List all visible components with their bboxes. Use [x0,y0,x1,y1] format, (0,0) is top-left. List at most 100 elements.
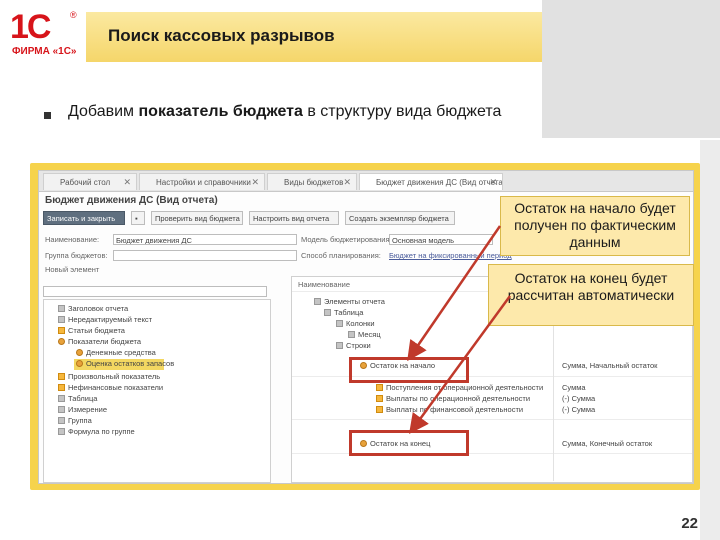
list-item-label: Оценка остатков запасов [86,359,175,368]
budget-item-icon [376,384,383,391]
table-row[interactable]: Таблица [324,308,363,318]
bullet-prefix: Добавим [68,103,139,120]
table-row[interactable]: Колонки [336,319,375,329]
setup-report-button[interactable]: Настроить вид отчета [249,211,339,225]
model-label: Модель бюджетирования: [301,235,392,244]
save-icon[interactable]: ▪ [131,211,145,225]
list-item[interactable]: Таблица [58,394,97,404]
tab-budget-types[interactable]: Виды бюджетов ✕ [267,173,357,190]
row-label: Элементы отчета [324,297,385,306]
table-row[interactable]: Выплаты по финансовой деятельности [376,405,523,415]
create-instance-button[interactable]: Создать экземпляр бюджета [345,211,455,225]
list-item[interactable]: Группа [58,416,92,426]
table-row[interactable]: Поступления от операционной деятельности [376,383,543,393]
bullet-marker [44,112,51,119]
list-item-label: Показатели бюджета [68,337,142,346]
model-field[interactable]: Основная модель [389,234,493,245]
save-close-button[interactable]: Записать и закрыть [43,211,125,225]
list-item[interactable]: Денежные средства [76,348,156,358]
close-icon[interactable]: ✕ [123,177,131,188]
nonfinancial-icon [58,384,65,391]
row-label: Месяц [358,330,381,339]
list-item-label: Заголовок отчета [68,304,129,313]
check-button[interactable]: Проверить вид бюджета [151,211,243,225]
bullet-bold: показатель бюджета [138,103,303,120]
row-label: Таблица [334,308,364,317]
page-number: 22 [681,515,698,532]
header-icon [58,305,65,312]
close-icon[interactable]: ✕ [343,177,351,188]
method-label: Способ планирования: [301,251,381,260]
tab-label: Виды бюджетов [284,178,344,187]
bullet-text: Добавим показатель бюджета в структуру в… [68,102,518,122]
close-icon[interactable]: ✕ [251,177,259,188]
list-item[interactable]: Измерение [58,405,107,415]
group-icon [58,417,65,424]
highlight-end-balance [349,430,469,456]
table-cell: (-) Сумма [562,405,596,414]
element-palette: Заголовок отчета Нередактируемый текст С… [43,299,271,483]
tab-bar: Рабочий стол ✕ Настройки и справочники ✕ В… [39,171,693,192]
list-item[interactable]: Статьи бюджета [58,326,125,336]
logo-registered: ® [70,10,77,20]
list-item-label: Измерение [68,405,108,414]
tab-desktop[interactable]: Рабочий стол ✕ [43,173,137,190]
new-element-label: Новый элемент [45,265,100,274]
budget-item-icon [58,327,65,334]
table-cell: Сумма, Начальный остаток [562,361,658,370]
search-input[interactable] [43,286,267,297]
list-item-label: Формула по группе [68,427,135,436]
dimension-icon [58,406,65,413]
text-icon [58,316,65,323]
list-item[interactable]: Показатели бюджета [58,337,141,347]
list-item-label: Денежные средства [86,348,156,357]
group-field[interactable] [113,250,297,261]
table-row[interactable]: Месяц [348,330,381,340]
close-icon[interactable]: ✕ [489,177,497,188]
logo-1c: 1С ® ФИРМА «1С» [10,8,80,58]
tab-budget-report[interactable]: Бюджет движения ДС (Вид отчета) ✕ [359,173,503,190]
method-link[interactable]: Бюджет на фиксированный период [389,251,512,260]
columns-icon [336,320,343,327]
table-row[interactable]: Строки [336,341,371,351]
table-cell: (-) Сумма [562,394,596,403]
decorative-gray-block [542,0,720,138]
divider [292,419,692,420]
decorative-gray-strip [700,140,720,540]
table-cell: Сумма [562,383,586,392]
formula-icon [58,428,65,435]
bullet-suffix: в структуру вида бюджета [302,103,502,120]
row-label: Выплаты по финансовой деятельности [386,405,524,414]
list-item[interactable]: Нефинансовые показатели [58,383,163,393]
table-cell: Сумма, Конечный остаток [562,439,653,448]
list-item[interactable]: Заголовок отчета [58,304,128,314]
list-item-label: Нефинансовые показатели [68,383,164,392]
table-row[interactable]: Элементы отчета [314,297,385,307]
cash-icon [76,349,83,356]
group-label: Группа бюджетов: [45,251,108,260]
tab-label: Бюджет движения ДС (Вид отчета) [376,178,503,187]
tab-settings[interactable]: Настройки и справочники ✕ [139,173,265,190]
list-item[interactable]: Нередактируемый текст [58,315,152,325]
list-item-label: Группа [68,416,92,425]
logo-firm-name: ФИРМА «1С» [12,46,77,57]
custom-indicator-icon [58,373,65,380]
list-item[interactable]: Произвольный показатель [58,372,160,382]
rows-icon [336,342,343,349]
stock-icon [76,360,83,367]
row-label: Строки [346,341,371,350]
list-item-label: Произвольный показатель [68,372,161,381]
list-item[interactable]: Формула по группе [58,427,135,437]
list-item-label: Статьи бюджета [68,326,125,335]
list-item[interactable]: Оценка остатков запасов [76,359,174,369]
form-title: Бюджет движения ДС (Вид отчета) [45,195,218,206]
callout-start: Остаток на начало будет получен по факти… [500,196,690,256]
row-label: Колонки [346,319,375,328]
list-item-label: Таблица [68,394,98,403]
table-icon [324,309,331,316]
tab-label: Настройки и справочники [156,178,251,187]
row-label: Выплаты по операционной деятельности [386,394,531,403]
name-field[interactable]: Бюджет движения ДС [113,234,297,245]
table-row[interactable]: Выплаты по операционной деятельности [376,394,530,404]
list-item-label: Нередактируемый текст [68,315,153,324]
